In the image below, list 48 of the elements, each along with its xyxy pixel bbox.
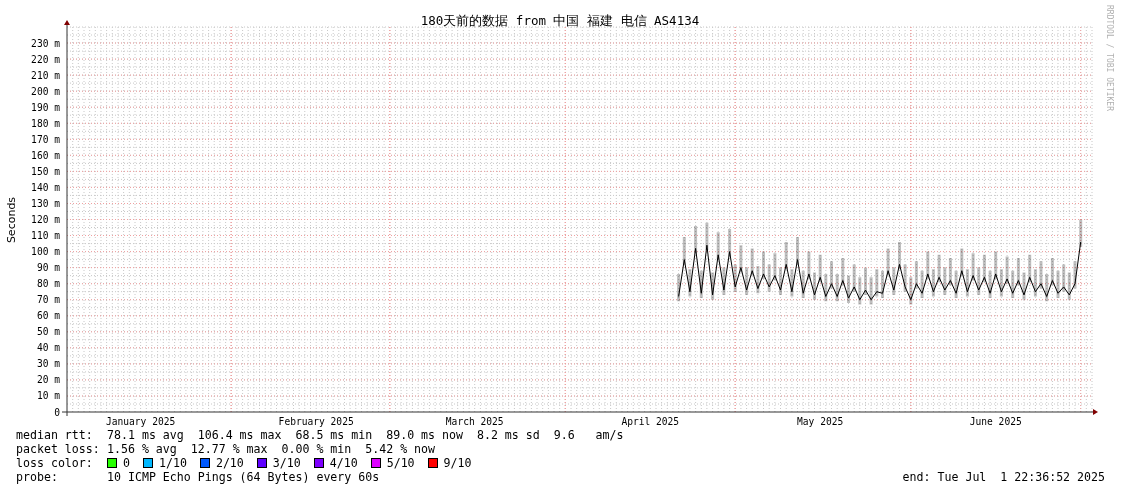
legend-value: 3/10 <box>272 456 301 470</box>
axis-tick-label: 170 m <box>31 133 60 145</box>
legend-label: packet loss: <box>16 442 101 456</box>
axis-tick-label: February 2025 <box>278 416 354 427</box>
legend-value: 2/10 <box>215 456 244 470</box>
axis-tick-label: 150 m <box>31 165 60 177</box>
legend-label: loss color: <box>16 456 94 470</box>
axis-tick-label: 220 m <box>31 53 60 65</box>
axis-title: Seconds <box>5 196 18 244</box>
legend-value: 1.56 % avg 12.77 % max 0.00 % min 5.42 % now <box>107 442 436 456</box>
axis-tick-label: 50 m <box>36 326 60 338</box>
axis-tick-label: 90 m <box>36 262 60 274</box>
axis-tick-label: 130 m <box>31 197 60 209</box>
chart-title: 180天前的数据 from 中国 福建 电信 AS4134 <box>420 13 700 28</box>
axis-tick-label: 200 m <box>31 85 60 97</box>
axis-tick-label: 100 m <box>31 246 60 258</box>
legend-label: median rtt: <box>16 428 94 442</box>
legend-value: 1/10 <box>159 456 187 470</box>
axis-tick-label: 180 m <box>31 117 60 129</box>
axis-tick-label: 210 m <box>31 69 60 81</box>
axis-tick-label: 80 m <box>36 278 60 290</box>
axis-tick-label: 10 m <box>36 390 60 402</box>
axis-tick-label: May 2025 <box>797 416 844 427</box>
axis-tick-label: 40 m <box>36 342 60 354</box>
axis-tick-label: June 2025 <box>969 416 1022 427</box>
axis-tick-label: 140 m <box>31 181 60 193</box>
axis-tick-label: 20 m <box>36 374 60 386</box>
axis-tick-label: 110 m <box>31 230 60 242</box>
axis-tick-label: 70 m <box>36 294 60 306</box>
legend-value: 5/10 <box>386 456 415 470</box>
axis-tick-label: 190 m <box>31 101 60 113</box>
legend-value: 0 <box>123 456 130 470</box>
axis-tick-label: 60 m <box>36 310 60 322</box>
credit-text: RRDTOOL / TOBI OETIKER <box>1105 5 1114 111</box>
axis-tick-label: 120 m <box>31 214 60 225</box>
axis-tick-label: January 2025 <box>105 416 176 427</box>
legend-value: 78.1 ms avg 106.4 ms max 68.5 ms min 89.0 ms now 8.2 ms sd 9.6 am/s <box>107 428 624 442</box>
legend-label: probe: <box>16 470 59 484</box>
end-time: end: Tue Jul 1 22:36:52 2025 <box>902 470 1105 484</box>
legend-value: 9/10 <box>443 456 472 470</box>
axis-tick-label: 230 m <box>31 37 60 49</box>
axis-tick-label: 160 m <box>31 149 60 161</box>
legend-value: 10 ICMP Echo Pings (64 Bytes) every 60s <box>107 470 380 484</box>
axis-tick-label: March 2025 <box>445 416 504 427</box>
axis-tick-label: April 2025 <box>621 416 680 427</box>
axis-tick-label: 0 <box>54 406 60 418</box>
legend-value: 4/10 <box>329 456 358 470</box>
axis-tick-label: 30 m <box>36 358 60 370</box>
